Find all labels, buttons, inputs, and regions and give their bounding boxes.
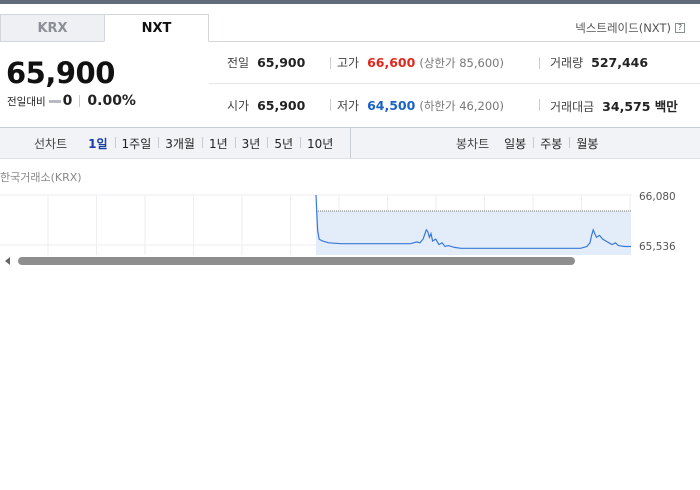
candle-daily[interactable]: 일봉	[497, 135, 533, 152]
line-chart-title: 선차트	[34, 136, 68, 151]
candle-monthly[interactable]: 월봉	[569, 135, 605, 152]
session-area	[316, 211, 631, 257]
line-chart-periods: 선차트 1일 1주일 3개월 1년 3년 5년 10년	[34, 128, 340, 158]
divider	[79, 95, 81, 107]
current-price: 65,900	[6, 56, 115, 90]
period-1y[interactable]: 1년	[201, 135, 235, 152]
tab-krx[interactable]: KRX	[0, 14, 104, 42]
toolbar-divider	[350, 128, 351, 158]
stat-label: 고가	[337, 56, 360, 70]
change-percent: 0.00%	[87, 93, 136, 109]
candle-chart-periods: 봉차트 일봉 주봉 월봉	[456, 128, 605, 158]
nxt-info-label: 넥스트레이드(NXT)	[575, 21, 671, 35]
stat-label: 거래량	[550, 56, 584, 70]
stat-label: 저가	[337, 98, 360, 113]
stats-row-1: 전일 65,900 고가 66,600 (상한가 85,600) 거래량 527…	[209, 42, 700, 84]
stat-volume: 거래량 527,446	[550, 54, 648, 71]
stat-prev-close: 전일 65,900	[227, 54, 305, 71]
stat-open: 시가 65,900	[227, 97, 305, 114]
nxt-info-link[interactable]: 넥스트레이드(NXT) ?	[575, 20, 685, 36]
stat-value: 64,500	[367, 97, 416, 113]
exchange-tabs: KRX NXT	[0, 14, 209, 42]
candle-weekly[interactable]: 주봉	[533, 135, 569, 152]
divider	[539, 57, 540, 69]
tab-nxt[interactable]: NXT	[104, 14, 209, 42]
top-border	[0, 0, 700, 4]
y-tick-label: 66,080	[639, 191, 676, 203]
help-icon[interactable]: ?	[675, 23, 685, 33]
divider	[330, 57, 331, 69]
period-1d[interactable]: 1일	[81, 135, 114, 152]
stat-value: 66,600	[367, 55, 416, 70]
stat-sub: (상한가 85,600)	[419, 56, 504, 70]
y-tick-label: 65,536	[639, 241, 676, 253]
stat-high: 고가 66,600 (상한가 85,600)	[337, 54, 504, 71]
stat-label: 거래대금	[550, 99, 595, 114]
chart-scrollbar[interactable]	[0, 255, 700, 268]
divider	[539, 99, 540, 111]
stat-value: 65,900	[257, 97, 306, 113]
price-chart[interactable]: 66,080 65,536	[0, 185, 700, 257]
period-3y[interactable]: 3년	[234, 135, 268, 152]
period-5y[interactable]: 5년	[267, 135, 300, 152]
stats-grid: 전일 65,900 고가 66,600 (상한가 85,600) 거래량 527…	[209, 42, 700, 127]
stat-low: 저가 64,500 (하한가 46,200)	[337, 97, 504, 114]
period-1w[interactable]: 1주일	[114, 135, 159, 152]
stat-label: 시가	[227, 98, 250, 113]
stats-row-2: 시가 65,900 저가 64,500 (하한가 46,200) 거래대금 34…	[209, 84, 700, 126]
stat-value: 65,900	[257, 55, 306, 70]
stat-value: 34,575 백만	[602, 98, 678, 114]
scroll-thumb[interactable]	[18, 257, 575, 265]
divider	[330, 99, 331, 111]
stat-value: 527,446	[591, 55, 649, 70]
period-10y[interactable]: 10년	[300, 135, 340, 152]
stat-amount: 거래대금 34,575 백만	[550, 96, 678, 115]
change-label: 전일대비	[7, 95, 46, 108]
stat-sub: (하한가 46,200)	[419, 98, 504, 113]
exchange-label: 한국거래소(KRX)	[0, 171, 82, 184]
period-3m[interactable]: 3개월	[158, 135, 202, 152]
no-change-icon	[48, 99, 61, 103]
chart-toolbar: 선차트 1일 1주일 3개월 1년 3년 5년 10년 봉차트 일봉 주봉 월봉	[0, 127, 700, 159]
scroll-left-arrow-icon[interactable]	[5, 257, 10, 265]
price-change: 전일대비 0 0.00%	[7, 93, 136, 109]
candle-chart-title: 봉차트	[456, 136, 490, 151]
stat-label: 전일	[227, 56, 250, 70]
change-value: 0	[62, 93, 73, 109]
